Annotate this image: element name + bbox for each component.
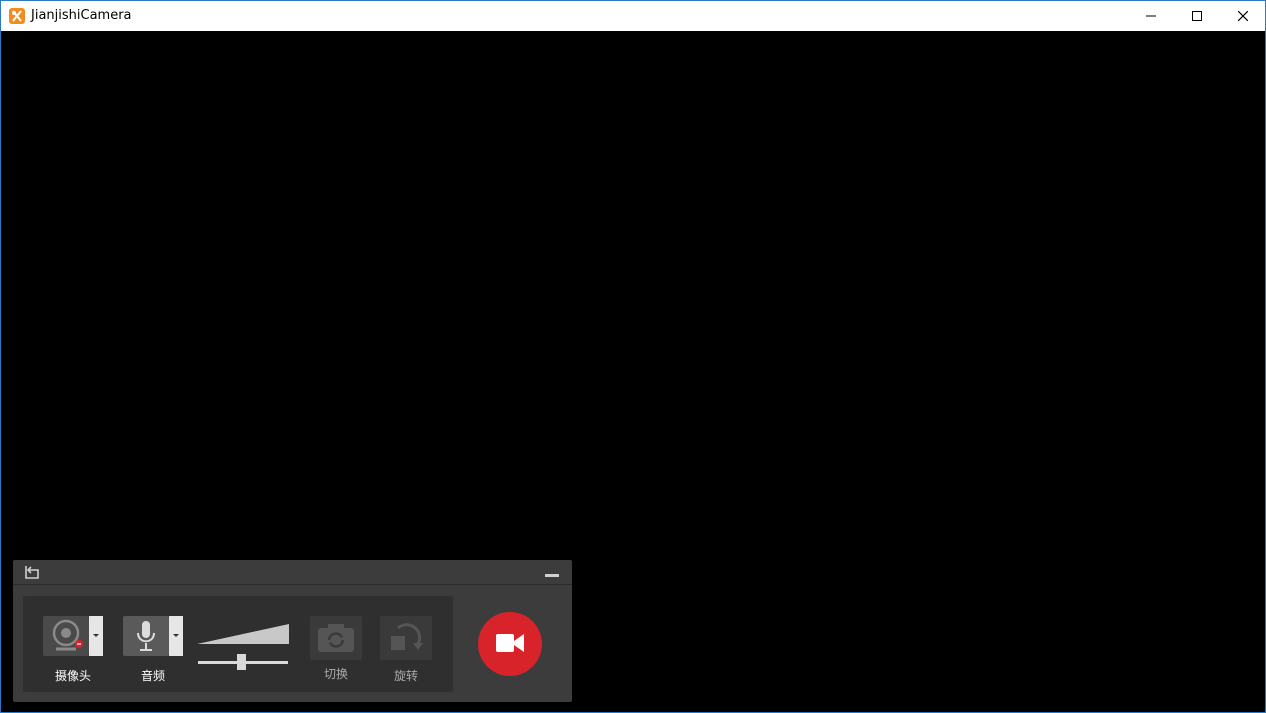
minimize-icon: [1146, 15, 1156, 17]
audio-label: 音频: [140, 669, 165, 683]
maximize-button[interactable]: [1174, 1, 1220, 31]
rotate-label: 旋转: [393, 669, 418, 683]
camera-dropdown[interactable]: [89, 616, 103, 656]
microphone-icon: [137, 621, 155, 651]
switch-camera-button[interactable]: [310, 616, 362, 660]
title-bar: JianjishiCamera: [1, 1, 1265, 31]
switch-camera-icon: [318, 624, 354, 652]
control-panel: 摄像头 音频 切换 旋转: [13, 560, 572, 702]
minimize-button[interactable]: [1128, 1, 1174, 31]
rotate-button[interactable]: [380, 616, 432, 660]
camera-button[interactable]: [43, 616, 89, 656]
collapse-icon[interactable]: [545, 574, 559, 577]
video-camera-icon: [496, 634, 524, 652]
volume-level-icon: [197, 624, 289, 644]
panel-header: [13, 560, 572, 585]
audio-dropdown[interactable]: [169, 616, 183, 656]
close-icon: [1238, 11, 1248, 21]
close-button[interactable]: [1220, 1, 1266, 31]
camera-label: 摄像头: [54, 669, 91, 683]
switch-label: 切换: [323, 667, 348, 681]
back-icon[interactable]: [23, 564, 41, 580]
maximize-icon: [1192, 11, 1202, 21]
window-title: JianjishiCamera: [31, 8, 132, 23]
rotate-icon: [391, 623, 423, 650]
volume-slider-thumb[interactable]: [237, 654, 246, 670]
toolbar-group: 摄像头 音频 切换 旋转: [23, 596, 453, 692]
webcam-icon: [52, 619, 83, 651]
app-logo-icon: [9, 8, 25, 24]
record-button[interactable]: [478, 612, 542, 676]
audio-button[interactable]: [123, 616, 169, 656]
app-window: JianjishiCamera 摄像头 音频 切换 旋转: [0, 0, 1266, 713]
